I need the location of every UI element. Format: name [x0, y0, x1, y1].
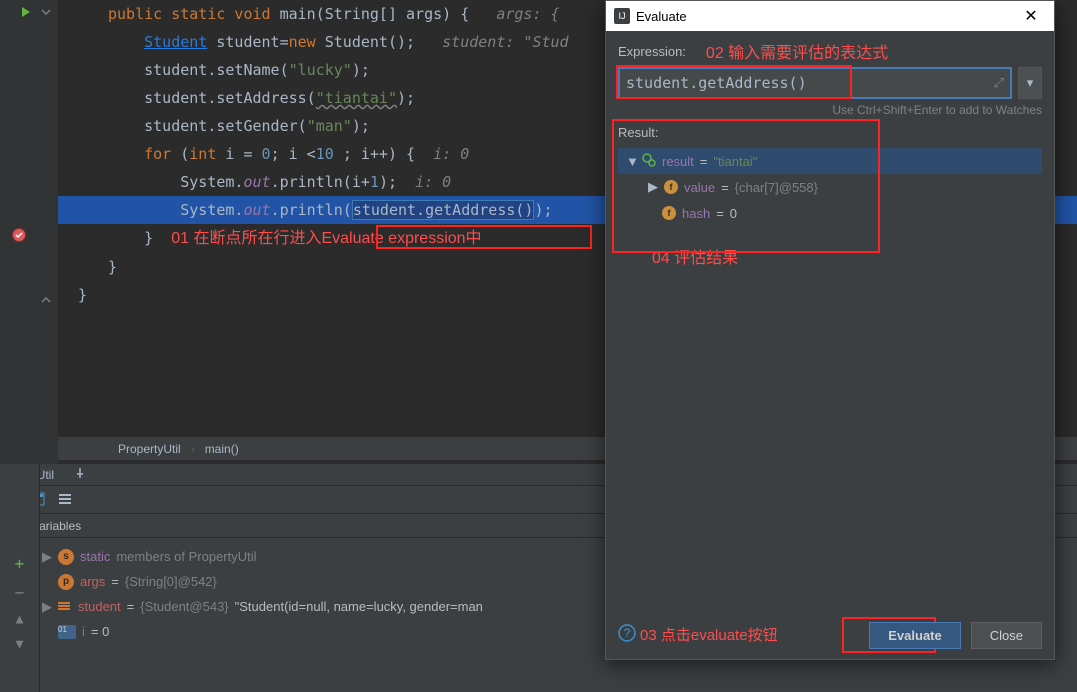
close-icon[interactable]: ✕ — [1016, 1, 1046, 31]
breadcrumb-item[interactable]: main() — [205, 442, 239, 456]
method-collapse-icon[interactable] — [40, 294, 58, 312]
expression-hint: Use Ctrl+Shift+Enter to add to Watches — [618, 103, 1042, 117]
expand-icon[interactable]: ⤢ — [994, 75, 1004, 91]
run-icon[interactable] — [20, 6, 38, 24]
svg-text:?: ? — [624, 626, 631, 640]
remove-watch-icon[interactable]: − — [15, 583, 25, 602]
breadcrumb-item[interactable]: PropertyUtil — [118, 442, 181, 456]
list-icon[interactable] — [58, 492, 74, 508]
close-button[interactable]: Close — [971, 622, 1042, 649]
down-arrow-icon[interactable]: ▼ — [16, 637, 24, 652]
static-icon: s — [58, 549, 74, 565]
highlight-box-01 — [376, 225, 592, 249]
student-class-link[interactable]: Student — [144, 33, 207, 51]
evaluate-button[interactable]: Evaluate — [869, 622, 960, 649]
object-icon — [58, 599, 72, 614]
add-watch-icon[interactable]: + — [15, 554, 25, 573]
expression-label: Expression: — [618, 44, 686, 59]
debug-left-controls: + − ▲ ▼ — [0, 464, 40, 692]
annotation-03: 03 点击evaluate按钮 — [640, 624, 778, 645]
int-icon: 01 — [58, 625, 76, 639]
history-dropdown[interactable]: ▾ — [1018, 67, 1042, 99]
annotation-02: 02 输入需要评估的表达式 — [706, 39, 888, 63]
method-expand-icon[interactable] — [40, 6, 58, 24]
dialog-title: Evaluate — [636, 9, 1016, 24]
dialog-titlebar[interactable]: IJ Evaluate ✕ — [606, 1, 1054, 31]
tab-pin-icon[interactable] — [64, 465, 96, 484]
help-icon[interactable]: ? — [618, 624, 636, 647]
evaluate-dialog: IJ Evaluate ✕ Expression: 02 输入需要评估的表达式 … — [605, 0, 1055, 660]
param-icon: p — [58, 574, 74, 590]
app-logo-icon: IJ — [614, 8, 630, 24]
up-arrow-icon[interactable]: ▲ — [16, 612, 24, 627]
highlight-box-04 — [612, 119, 880, 253]
highlight-box-02 — [616, 65, 852, 99]
breakpoint-icon[interactable] — [12, 228, 30, 246]
